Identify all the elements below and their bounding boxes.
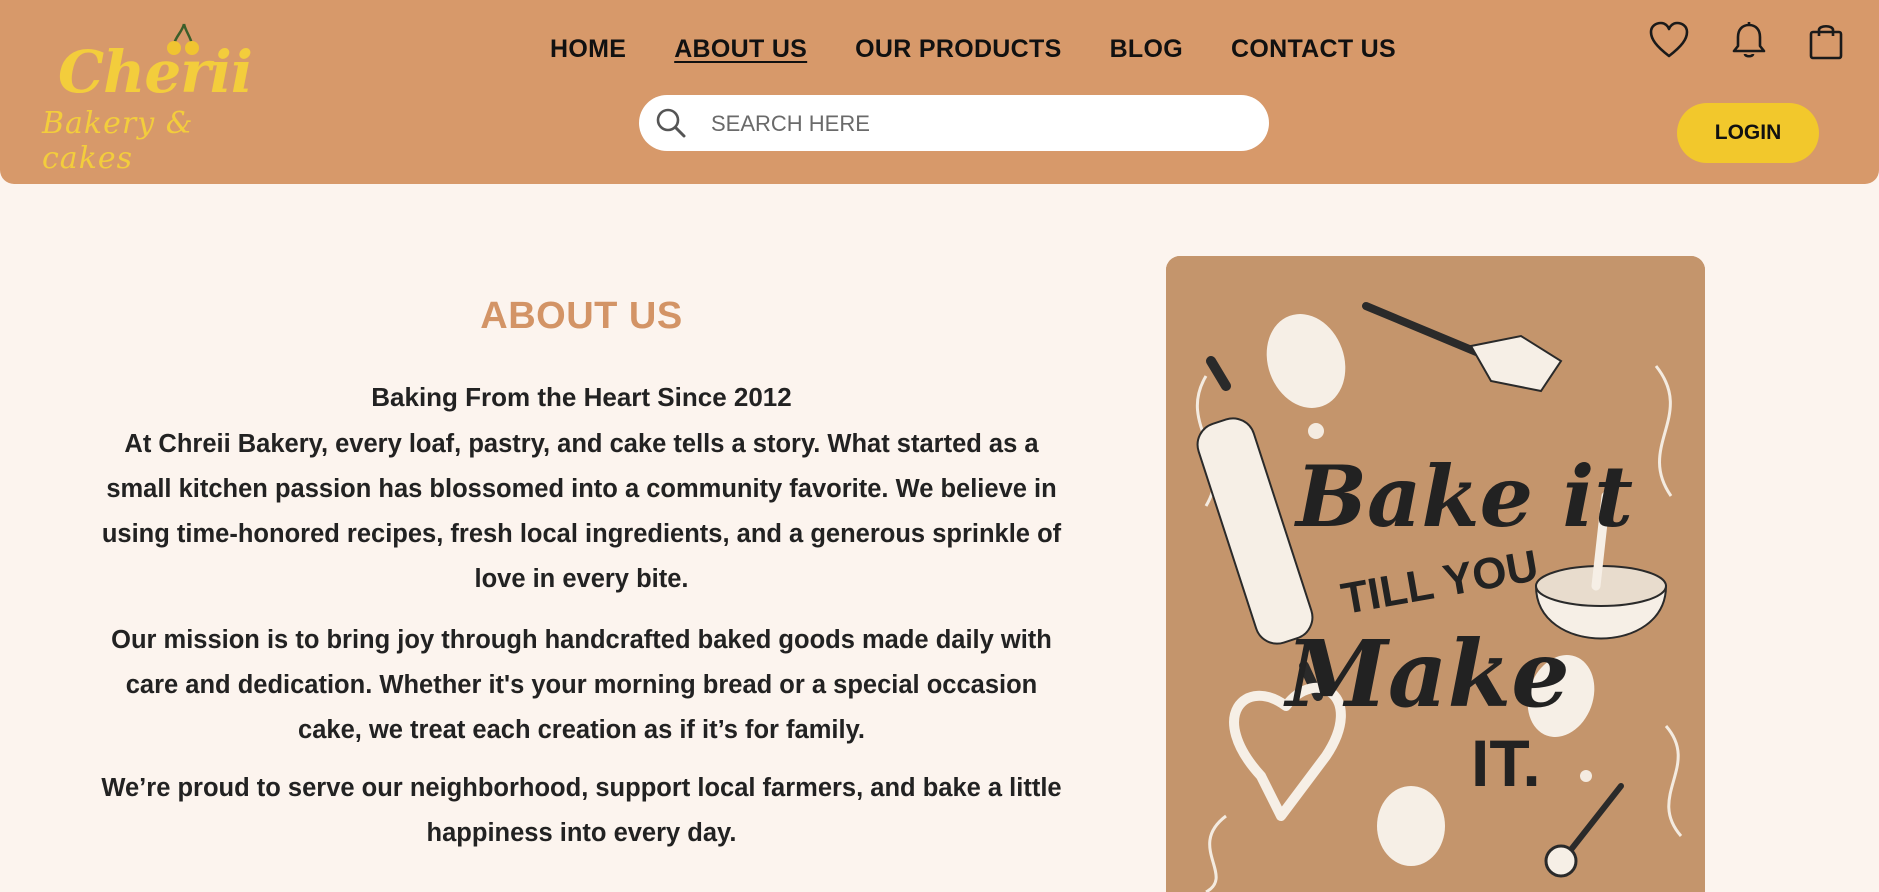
about-paragraph: Our mission is to bring joy through hand… [111,626,1052,744]
logo-tagline: Bakery & cakes [42,106,194,176]
login-button[interactable]: LOGIN [1677,103,1819,163]
search-bar [639,95,1269,151]
nav-our-products[interactable]: OUR PRODUCTS [855,32,1061,72]
logo-brand-text: Cherii [58,38,253,106]
about-subheading: Baking From the Heart Since 2012 [371,382,792,412]
brand-logo[interactable]: Cherii Bakery & cakes [38,18,253,176]
bake-it-poster-image: Bake it TILL YOU Make IT. [1166,256,1705,892]
shopping-bag-icon[interactable] [1805,20,1847,62]
page-title: ABOUT US [480,295,683,337]
search-icon[interactable] [655,107,687,139]
poster-line-3: Make [1283,620,1570,728]
main-nav: HOME ABOUT US OUR PRODUCTS BLOG CONTACT … [550,32,1444,72]
poster-illustration: Bake it TILL YOU Make IT. [1166,256,1705,892]
heart-icon[interactable] [1648,20,1690,62]
nav-contact-us[interactable]: CONTACT US [1231,32,1396,72]
about-paragraph: We’re proud to serve our neighborhood, s… [101,774,1062,847]
search-input[interactable] [709,103,1233,145]
poster-line-1: Bake it [1294,447,1633,546]
about-paragraph: At Chreii Bakery, every loaf, pastry, an… [101,430,1062,593]
nav-home[interactable]: HOME [550,32,626,72]
site-header: Cherii Bakery & cakes HOME ABOUT US OUR … [0,0,1879,184]
nav-about-us[interactable]: ABOUT US [674,32,807,72]
nav-blog[interactable]: BLOG [1110,32,1183,72]
poster-line-4: IT. [1471,726,1541,800]
bell-icon[interactable] [1728,20,1770,62]
